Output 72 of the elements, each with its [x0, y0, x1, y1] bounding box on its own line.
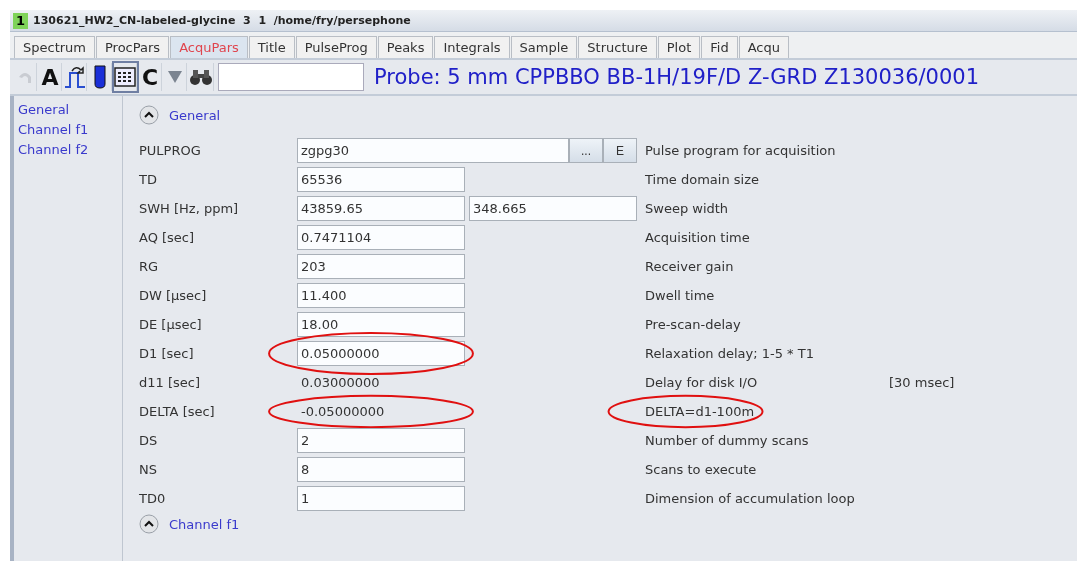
description-text: Dwell time [644, 288, 715, 303]
note-text: [30 msec] [889, 375, 956, 390]
description-text: Pre-scan-delay [644, 317, 741, 332]
probe-text: Probe: 5 mm CPPBBO BB-1H/19F/D Z-GRD Z130036/0001 [374, 65, 980, 89]
value-field[interactable]: 0.05000000 [297, 341, 465, 366]
parameter-label: d11 [sec] [139, 375, 201, 390]
value-field[interactable]: 0.7471104 [297, 225, 465, 250]
sidebar-link[interactable]: Channel f2 [18, 140, 118, 160]
value-field[interactable]: 1 [297, 486, 465, 511]
sidebar-link[interactable]: General [18, 100, 118, 120]
tab[interactable]: Sample [510, 36, 578, 58]
description-text: Pulse program for acquisition [644, 143, 836, 158]
tab[interactable]: PulseProg [295, 36, 377, 58]
description-text: Delay for disk I/O [644, 375, 758, 390]
binoculars-icon[interactable] [189, 68, 213, 86]
collapse-icon[interactable] [139, 105, 159, 125]
value-field[interactable]: 18.00 [297, 312, 465, 337]
parameter-label: DE [µsec] [139, 317, 203, 332]
section-title: General [169, 107, 221, 123]
tab[interactable]: Acqu [738, 36, 789, 58]
description-text: Acquisition time [644, 230, 750, 245]
parameter-label: DW [µsec] [139, 288, 208, 303]
description-text: Relaxation delay; 1-5 * T1 [644, 346, 814, 361]
value-text: 0.03000000 [300, 375, 380, 390]
tab[interactable]: Structure [578, 36, 657, 58]
parameter-label: TD [139, 172, 158, 187]
toolbar-letter[interactable]: C [141, 64, 159, 90]
description-text: Receiver gain [644, 259, 734, 274]
pulse-icon[interactable] [64, 65, 86, 89]
program-button[interactable]: E [603, 138, 637, 163]
parameter-label: SWH [Hz, ppm] [139, 201, 240, 216]
tab[interactable]: Plot [657, 36, 701, 58]
value-field[interactable]: zgpg30 [297, 138, 569, 163]
window-number: 1 [13, 12, 29, 29]
value-field[interactable]: 11.400 [297, 283, 465, 308]
section-title: Channel f1 [169, 516, 240, 532]
value-field[interactable]: 43859.65 [297, 196, 465, 221]
description-text: Scans to execute [644, 462, 757, 477]
parameter-label: TD0 [139, 491, 167, 506]
value-field[interactable]: 8 [297, 457, 465, 482]
description-text: Dimension of accumulation loop [644, 491, 855, 506]
parameter-label: D1 [sec] [139, 346, 195, 361]
parameter-label: DS [139, 433, 159, 448]
value-field[interactable]: 65536 [297, 167, 465, 192]
description-text: DELTA=d1-100m [644, 404, 755, 419]
tab[interactable]: Title [248, 36, 295, 58]
description-text: Number of dummy scans [644, 433, 809, 448]
sidebar-link[interactable]: Channel f1 [18, 120, 118, 140]
parameter-label: AQ [sec] [139, 230, 196, 245]
value-field[interactable]: 348.665 [469, 196, 637, 221]
grid-icon[interactable] [114, 67, 136, 87]
program-button[interactable]: ... [569, 138, 603, 163]
triangle-icon[interactable] [167, 70, 183, 84]
search-field[interactable] [218, 63, 364, 91]
description-text: Time domain size [644, 172, 759, 187]
parameter-label: RG [139, 259, 160, 274]
description-text: Sweep width [644, 201, 729, 216]
parameter-label: NS [139, 462, 158, 477]
value-text: -0.05000000 [300, 404, 385, 419]
parameter-label: DELTA [sec] [139, 404, 216, 419]
tab[interactable]: Fid [701, 36, 738, 58]
window-title: 130621_HW2_CN-labeled-glycine 3 1 /home/fry/persephone [33, 14, 411, 27]
parameter-label: PULPROG [139, 143, 202, 158]
tube-icon[interactable] [94, 65, 106, 89]
tab[interactable]: Peaks [377, 36, 434, 58]
collapse-icon[interactable] [139, 514, 159, 534]
value-field[interactable]: 2 [297, 428, 465, 453]
tab[interactable]: ProcPars [96, 36, 170, 58]
value-field[interactable]: 203 [297, 254, 465, 279]
tab[interactable]: Spectrum [14, 36, 95, 58]
toolbar-letter[interactable]: A [41, 64, 59, 90]
tab[interactable]: Integrals [434, 36, 510, 58]
